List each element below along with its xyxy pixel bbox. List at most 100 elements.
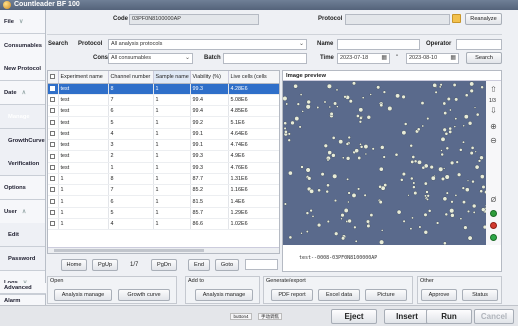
name-input[interactable] [337, 39, 420, 50]
operator-input[interactable] [456, 39, 502, 50]
table-row[interactable]: test 4 1 99.1 4.64E6 [48, 128, 279, 140]
open-analysis-manage-button[interactable]: Analysis manage [54, 289, 112, 301]
run-button[interactable]: Run [426, 309, 472, 324]
row-checkbox-cell[interactable] [48, 162, 59, 174]
sidebar-item-advanced[interactable]: Advanced [0, 283, 46, 294]
batch-input[interactable] [223, 53, 307, 64]
checkbox[interactable] [50, 130, 55, 136]
row-checkbox-cell[interactable] [48, 173, 59, 186]
arrow-down-icon[interactable]: ⇩ [488, 105, 499, 116]
table-row[interactable]: test 2 1 99.3 4.9E6 [48, 150, 279, 163]
approve-button[interactable]: Approve [421, 289, 457, 301]
pgdn-button[interactable]: PgDn [151, 259, 177, 271]
row-checkbox-cell[interactable] [48, 218, 59, 231]
sidebar-item-new-protocol[interactable]: New Protocol [0, 57, 45, 81]
protocol-filter-select[interactable]: All analysis protocols ⌄ [108, 39, 307, 50]
column-header[interactable]: Viability (%) [190, 71, 229, 84]
table-row[interactable]: 1 7 1 85.2 1.16E6 [48, 184, 279, 197]
checkbox[interactable] [50, 108, 55, 114]
sidebar-item-file[interactable]: File ∨ [0, 10, 45, 34]
table-row[interactable]: test 1 1 99.3 4.76E6 [48, 162, 279, 174]
row-checkbox-cell[interactable] [48, 184, 59, 197]
pdf-report-button[interactable]: PDF report [271, 289, 313, 301]
checkbox[interactable] [50, 73, 55, 79]
live-cell-toggle-icon[interactable] [490, 210, 497, 217]
column-header[interactable]: Sample name [153, 71, 191, 84]
picture-button[interactable]: Picture [365, 289, 407, 301]
row-checkbox-cell[interactable] [48, 116, 59, 129]
button4[interactable]: button4 [230, 313, 252, 320]
checkbox[interactable] [50, 221, 55, 227]
folder-icon[interactable] [452, 14, 461, 23]
status-dot-icon[interactable] [490, 234, 497, 241]
row-checkbox-cell[interactable] [48, 139, 59, 152]
sidebar-item-growthcurve[interactable]: GrowthCurve [0, 129, 45, 153]
arrow-up-icon[interactable]: ⇧ [488, 84, 499, 95]
table-row[interactable]: 1 8 1 87.7 1.31E6 [48, 173, 279, 186]
checkbox[interactable] [50, 153, 55, 159]
add-analysis-manage-button[interactable]: Analysis manage [195, 289, 253, 301]
sidebar-item-date[interactable]: Date ∧ [0, 81, 45, 105]
table-row[interactable]: 1 5 1 85.7 1.29E6 [48, 207, 279, 220]
reanalyze-button[interactable]: Reanalyze [465, 13, 502, 25]
calendar-icon[interactable]: ▦ [450, 54, 456, 63]
manual-focus-button[interactable]: 手动调焦 [258, 313, 282, 320]
checkbox[interactable] [50, 209, 55, 215]
goto-page-input[interactable] [245, 259, 278, 270]
checkbox[interactable] [50, 187, 55, 193]
row-checkbox-cell[interactable] [48, 94, 59, 107]
excel-data-button[interactable]: Excel data [318, 289, 360, 301]
search-button[interactable]: Search [466, 52, 502, 64]
time-from-input[interactable]: 2023-07-18 ▦ [337, 53, 390, 64]
table-row[interactable]: 1 6 1 81.5 1.4E6 [48, 195, 279, 208]
eject-button[interactable]: Eject [331, 309, 377, 324]
table-row[interactable]: test 5 1 99.2 5.1E6 [48, 116, 279, 129]
zoom-in-icon[interactable]: ⊕ [488, 121, 499, 132]
calendar-icon[interactable]: ▦ [381, 54, 387, 63]
end-button[interactable]: End [188, 259, 210, 271]
growth-curve-button[interactable]: Growth curve [118, 289, 170, 301]
goto-button[interactable]: Goto [215, 259, 239, 271]
table-row[interactable]: test 6 1 99.4 4.85E6 [48, 105, 279, 118]
checkbox[interactable] [50, 85, 55, 91]
zoom-out-icon[interactable]: ⊖ [488, 135, 499, 146]
column-header[interactable]: Experiment name [58, 71, 109, 84]
row-checkbox-cell[interactable] [48, 195, 59, 208]
sidebar-item-password[interactable]: Password [0, 247, 45, 271]
hide-overlay-icon[interactable]: Ø [488, 195, 499, 206]
checkbox[interactable] [50, 97, 55, 103]
checkbox[interactable] [50, 164, 55, 170]
pgup-button[interactable]: PgUp [92, 259, 118, 271]
sidebar-item-edit[interactable]: Edit [0, 223, 45, 247]
table-row[interactable]: test 8 1 99.3 4.28E6 [48, 83, 279, 95]
sidebar-item-options[interactable]: Options [0, 176, 45, 200]
table-horizontal-scrollbar[interactable] [48, 247, 279, 253]
sidebar-item-manage[interactable]: Manage [0, 105, 45, 129]
time-to-input[interactable]: 2023-08-10 ▦ [406, 53, 459, 64]
sidebar-item-consumables[interactable]: Consumables [0, 34, 45, 58]
row-checkbox-cell[interactable] [48, 128, 59, 140]
checkbox[interactable] [50, 198, 55, 204]
checkbox[interactable] [50, 176, 55, 182]
row-checkbox-cell[interactable] [48, 105, 59, 118]
cell-image[interactable] [283, 81, 488, 245]
cancel-button[interactable]: Cancel [474, 309, 514, 324]
scroll-thumb[interactable] [54, 249, 204, 252]
insert-button[interactable]: Insert [384, 309, 430, 324]
column-header[interactable]: Live cells (cells [228, 71, 279, 84]
checkbox[interactable] [50, 119, 55, 125]
status-button[interactable]: Status [462, 289, 498, 301]
row-checkbox-cell[interactable] [48, 150, 59, 163]
table-row[interactable]: 1 4 1 86.6 1.02E6 [48, 218, 279, 231]
checkbox[interactable] [50, 142, 55, 148]
column-header[interactable]: Channel number [108, 71, 154, 84]
dead-cell-toggle-icon[interactable] [490, 222, 497, 229]
row-checkbox-cell[interactable] [48, 83, 59, 95]
home-button[interactable]: Home [61, 259, 87, 271]
sidebar-item-user[interactable]: User ∧ [0, 200, 45, 224]
select-all-header[interactable] [48, 71, 59, 84]
row-checkbox-cell[interactable] [48, 207, 59, 220]
sidebar-item-verification[interactable]: Verification [0, 152, 45, 176]
table-row[interactable]: test 7 1 99.4 5.08E6 [48, 94, 279, 107]
consumable-select[interactable]: All consumables ⌄ [108, 53, 193, 64]
